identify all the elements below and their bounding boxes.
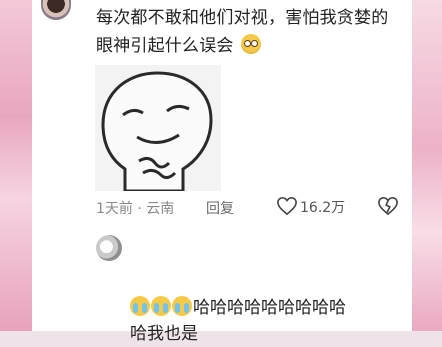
reply-body: 哈哈哈哈哈哈哈哈哈 哈我也是 (130, 295, 400, 347)
reply-text-line2: 哈我也是 (130, 324, 198, 344)
crying-laughing-face-icon (151, 296, 171, 316)
side-background-right (412, 0, 442, 331)
comment-meta: 1天前 · 云南 回复 16.2万 (96, 196, 399, 220)
heart-icon (277, 196, 297, 216)
broken-heart-icon (378, 196, 398, 216)
smirking-face-sticker-icon (95, 65, 221, 191)
like-button[interactable]: 16.2万 (276, 196, 345, 217)
sticker-image[interactable] (95, 65, 221, 191)
reply-button[interactable]: 回复 (206, 198, 234, 218)
dislike-button[interactable] (377, 196, 399, 220)
comment-body: 每次都不敢和他们对视，害怕我贪婪的眼神引起什么误会 (96, 4, 396, 60)
crying-laughing-face-icon (130, 296, 150, 316)
side-background-left (0, 0, 32, 331)
like-count: 16.2万 (300, 200, 346, 216)
reply-text-line1: 哈哈哈哈哈哈哈哈哈 (193, 298, 346, 318)
flushed-face-icon (241, 34, 262, 54)
crying-laughing-face-icon (172, 296, 192, 316)
time-location: 1天前 · 云南 (96, 201, 175, 217)
reply-avatar[interactable] (96, 235, 122, 261)
